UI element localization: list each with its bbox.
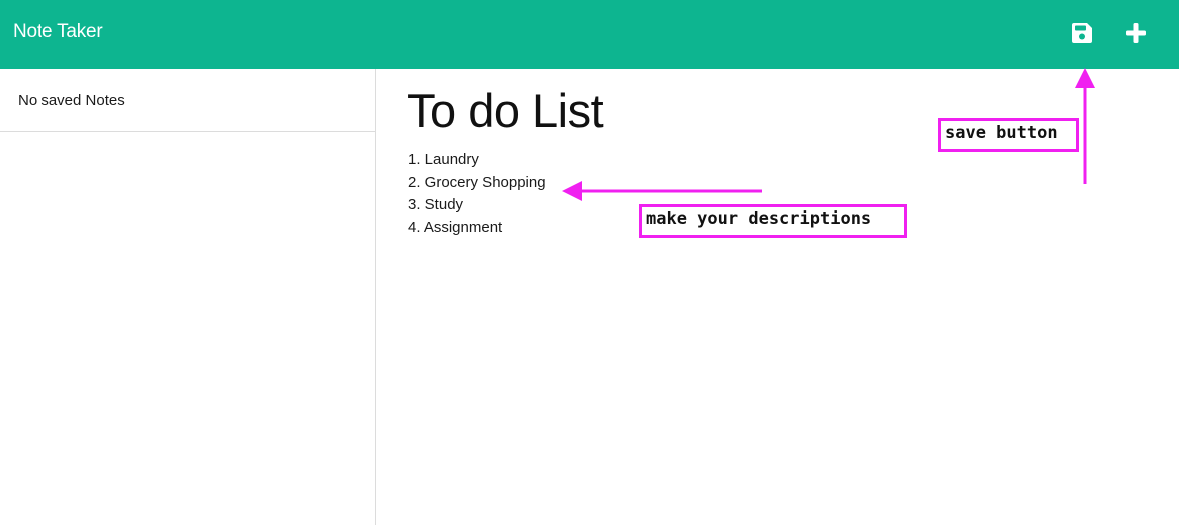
floppy-disk-icon <box>1072 23 1092 43</box>
note-line: 3. Study <box>408 196 464 213</box>
note-line: 2. Grocery Shopping <box>408 173 546 191</box>
plus-icon <box>1126 23 1146 43</box>
list-item[interactable]: No saved Notes <box>0 69 375 132</box>
notes-sidebar: No saved Notes <box>0 69 376 525</box>
note-line: 1. Laundry <box>408 151 479 168</box>
new-note-button[interactable] <box>1121 18 1151 48</box>
save-button-annotation: save button <box>938 118 1079 152</box>
save-note-button[interactable] <box>1067 18 1097 48</box>
no-notes-message: No saved Notes <box>18 92 125 109</box>
navbar: Note Taker <box>0 0 1179 69</box>
note-line: 4. Assignment <box>408 218 503 236</box>
note-text-area[interactable]: 1. Laundry 2. Grocery Shopping 3. Study … <box>408 149 546 239</box>
description-annotation: make your descriptions <box>639 204 907 238</box>
brand-title[interactable]: Note Taker <box>13 21 103 43</box>
note-title-input[interactable]: To do List <box>407 83 604 138</box>
